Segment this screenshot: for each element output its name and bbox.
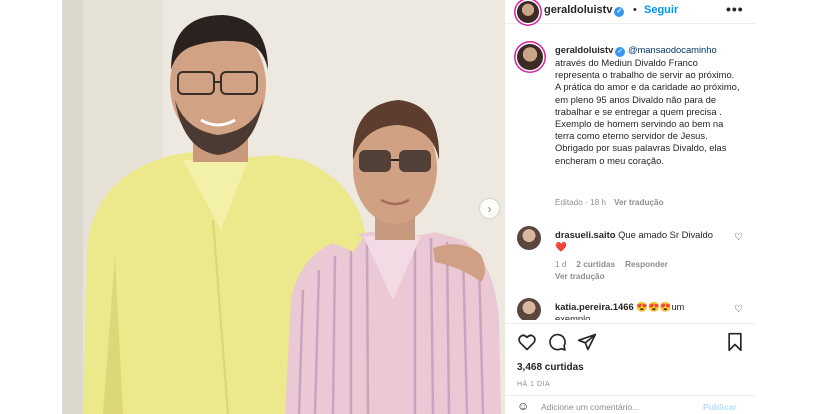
save-bookmark-icon[interactable]	[725, 332, 745, 352]
carousel-next-button[interactable]: ›	[480, 199, 499, 218]
comment-text: katia.pereira.1466 😍😍😍um exemplo	[555, 301, 715, 320]
add-comment-input[interactable]: Adicione um comentário...	[541, 402, 639, 412]
author-username-text[interactable]: geraldoluistv	[544, 4, 612, 16]
post-side-panel: geraldoluistv ✓ • Seguir ••• geraldoluist…	[505, 0, 756, 414]
likes-count[interactable]: 3,468 curtidas	[517, 362, 584, 373]
commenter-avatar[interactable]	[517, 298, 541, 320]
like-heart-icon[interactable]	[517, 332, 537, 352]
publish-comment-button[interactable]: Publicar	[703, 402, 737, 412]
commenter-avatar[interactable]	[517, 226, 541, 250]
caption-author-avatar[interactable]	[517, 44, 543, 70]
post-header: geraldoluistv ✓ • Seguir •••	[505, 0, 756, 24]
commenter-username[interactable]: drasueli.saito	[555, 229, 615, 240]
caption-text: geraldoluistv ✓ @mansaodocaminho através …	[555, 44, 741, 167]
post-age: HÁ 1 DIA	[517, 381, 551, 388]
author-avatar[interactable]	[517, 1, 539, 23]
verified-badge-icon: ✓	[615, 47, 626, 57]
comment-time: 1 d	[555, 260, 567, 269]
share-send-icon[interactable]	[577, 332, 597, 352]
more-options-icon[interactable]: •••	[726, 1, 744, 17]
comment-like-heart-icon[interactable]: ♡	[734, 232, 743, 243]
comment-like-heart-icon[interactable]: ♡	[734, 304, 743, 315]
caption-body: através do Mediun Divaldo Franco represe…	[555, 57, 740, 166]
caption-username[interactable]: geraldoluistv	[555, 44, 613, 55]
comment-bubble-icon[interactable]	[547, 332, 567, 352]
instagram-post-dialog: › geraldoluistv ✓ • Seguir ••• geraldolui…	[62, 0, 756, 414]
caption-mention-link[interactable]: @mansaodocaminho	[628, 44, 717, 55]
header-separator: •	[633, 4, 637, 16]
photo-illustration	[63, 0, 505, 414]
post-photo: ›	[63, 0, 505, 414]
comment-item: katia.pereira.1466 😍😍😍um exemplo ♡	[505, 298, 756, 320]
follow-button[interactable]: Seguir	[644, 4, 678, 16]
comment-translate-link[interactable]: Ver tradução	[555, 272, 605, 281]
emoji-icon[interactable]: ☺	[517, 399, 529, 413]
screenshot-frame: › geraldoluistv ✓ • Seguir ••• geraldolui…	[0, 0, 828, 414]
verified-badge-icon: ✓	[614, 7, 625, 17]
caption-time: Editado · 18 h	[555, 198, 606, 207]
chevron-right-icon: ›	[487, 201, 492, 216]
add-comment-bar: ☺ Adicione um comentário... Publicar	[505, 395, 756, 414]
comment-text: drasueli.saito Que amado Sr Divaldo❤️	[555, 229, 720, 253]
comment-reply-button[interactable]: Responder	[625, 260, 668, 269]
comment-likes-count[interactable]: 2 curtidas	[576, 260, 615, 269]
caption-meta: Editado · 18 h Ver tradução	[555, 198, 664, 207]
caption-translate-link[interactable]: Ver tradução	[614, 198, 664, 207]
commenter-username[interactable]: katia.pereira.1466	[555, 301, 634, 312]
comment-meta: 1 d 2 curtidas Responder	[555, 260, 678, 269]
author-username[interactable]: geraldoluistv ✓	[544, 4, 625, 17]
post-action-bar	[505, 323, 756, 353]
